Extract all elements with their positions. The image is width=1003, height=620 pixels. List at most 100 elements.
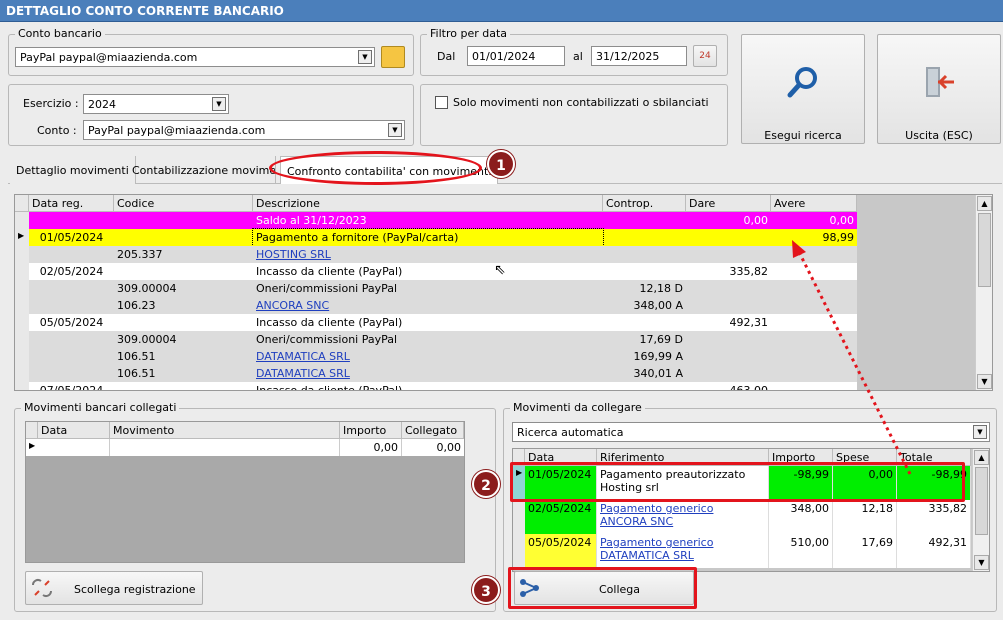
conto-bancario-combo[interactable]: PayPal paypal@miaazienda.com ▼ xyxy=(15,47,375,67)
col-controp[interactable]: Controp. xyxy=(603,195,686,212)
cell-codice xyxy=(114,314,253,331)
row-selector xyxy=(15,263,29,280)
esercizio-label: Esercizio : xyxy=(23,97,79,110)
collegati-label: Movimenti bancari collegati xyxy=(21,401,180,414)
table-row[interactable]: 309.00004 Oneri/commissioni PayPal 17,69 D xyxy=(15,331,857,348)
solo-movimenti-label: Solo movimenti non contabilizzati o sbil… xyxy=(453,96,709,109)
table-row[interactable]: 02/05/2024 Incasso da cliente (PayPal) 335… xyxy=(15,263,857,280)
col-collegato[interactable]: Collegato xyxy=(402,422,464,439)
dal-input[interactable]: 01/01/2024 xyxy=(467,46,565,66)
table-row[interactable]: 309.00004 Oneri/commissioni PayPal 12,18 D xyxy=(15,280,857,297)
scroll-thumb[interactable] xyxy=(975,467,988,535)
cell-riferimento: Pagamento generico ANCORA SNC xyxy=(597,500,769,534)
main-grid-header: Data reg. Codice Descrizione Controp. Da… xyxy=(15,195,857,212)
solo-movimenti-checkbox[interactable] xyxy=(435,96,448,109)
table-row[interactable]: 106.23 ANCORA SNC 348,00 A xyxy=(15,297,857,314)
cell-spese: 17,69 xyxy=(833,534,897,568)
filtro-data-group: Filtro per data Dal 01/01/2024 al 31/12/… xyxy=(420,27,728,76)
table-row[interactable]: Saldo al 31/12/2023 0,00 0,00 xyxy=(15,212,857,229)
col-importo[interactable]: Importo xyxy=(340,422,402,439)
cell-data: 05/05/2024 xyxy=(525,534,597,568)
folder-icon[interactable] xyxy=(381,46,405,68)
riferimento-line1[interactable]: Pagamento generico xyxy=(600,502,765,515)
tab-dettaglio-movimenti[interactable]: Dettaglio movimenti xyxy=(10,156,136,184)
filtro-data-label: Filtro per data xyxy=(427,27,511,40)
table-row[interactable]: 106.51 DATAMATICA SRL 340,01 A xyxy=(15,365,857,382)
chevron-down-icon[interactable]: ▼ xyxy=(358,50,372,64)
row-selector xyxy=(15,280,29,297)
cell-data xyxy=(29,348,114,365)
cell-desc: Incasso da cliente (PayPal) xyxy=(256,384,403,391)
step-badge-3: 3 xyxy=(472,576,500,604)
cell-dare: 335,82 xyxy=(729,265,769,278)
cell-data xyxy=(29,246,114,263)
riferimento-line1[interactable]: Pagamento generico xyxy=(600,536,765,549)
esegui-ricerca-button[interactable]: Esegui ricerca xyxy=(741,34,865,144)
chevron-down-icon[interactable]: ▼ xyxy=(973,425,987,439)
conto-combo[interactable]: PayPal paypal@miaazienda.com ▼ xyxy=(83,120,405,140)
cell-dare xyxy=(686,280,771,297)
chevron-down-icon[interactable]: ▼ xyxy=(388,123,402,137)
col-data[interactable]: Data xyxy=(38,422,110,439)
scroll-thumb[interactable] xyxy=(978,213,991,287)
al-input[interactable]: 31/12/2025 xyxy=(591,46,687,66)
cell-data xyxy=(29,280,114,297)
solo-movimenti-group: Solo movimenti non contabilizzati o sbil… xyxy=(420,84,728,146)
cell-codice: 309.00004 xyxy=(117,333,177,346)
unlink-icon xyxy=(32,579,52,597)
table-row[interactable]: 02/05/2024 Pagamento generico ANCORA SNC 34… xyxy=(513,500,971,534)
cell-codice xyxy=(114,263,253,280)
cell-controp xyxy=(603,263,686,280)
row-selector xyxy=(15,348,29,365)
col-codice[interactable]: Codice xyxy=(114,195,253,212)
col-dare[interactable]: Dare xyxy=(686,195,771,212)
chevron-down-icon[interactable]: ▼ xyxy=(212,97,226,111)
step-badge-2: 2 xyxy=(472,470,500,498)
search-icon xyxy=(787,67,817,98)
highlight-collega-box xyxy=(508,567,697,609)
window-title: DETTAGLIO CONTO CORRENTE BANCARIO xyxy=(0,0,1003,22)
scollega-button[interactable]: Scollega registrazione xyxy=(25,571,203,605)
col-data-reg[interactable]: Data reg. xyxy=(29,195,114,212)
dacollegare-scrollbar[interactable]: ▲ ▼ xyxy=(972,449,989,571)
uscita-button[interactable]: Uscita (ESC) xyxy=(877,34,1001,144)
scroll-down-icon[interactable]: ▼ xyxy=(977,374,992,389)
esercizio-combo[interactable]: 2024 ▼ xyxy=(83,94,229,114)
calendar-icon[interactable]: 24 xyxy=(693,45,717,67)
scroll-up-icon[interactable]: ▲ xyxy=(977,196,992,211)
row-selector xyxy=(15,212,29,229)
tab-contabilizzazione-movimenti[interactable]: Contabilizzazione movimenti xyxy=(126,156,276,184)
cell-desc: Saldo al 31/12/2023 xyxy=(256,214,367,227)
dacollegare-label: Movimenti da collegare xyxy=(510,401,645,414)
table-row[interactable]: 05/05/2024 Pagamento generico DATAMATICA S… xyxy=(513,534,971,568)
table-row[interactable]: 106.51 DATAMATICA SRL 169,99 A xyxy=(15,348,857,365)
cell-codice: 106.23 xyxy=(117,299,156,312)
ricerca-value: Ricerca automatica xyxy=(517,426,624,439)
col-movimento[interactable]: Movimento xyxy=(110,422,340,439)
table-row[interactable]: ▶ 01/05/2024 Pagamento a fornitore (PayPal… xyxy=(15,228,857,247)
table-row[interactable]: 07/05/2024 Incasso da cliente (PayPal) 463… xyxy=(15,382,857,391)
cell-data: 07/05/2024 xyxy=(39,384,104,391)
row-selector xyxy=(15,382,29,390)
row-selector xyxy=(15,314,29,331)
cell-dare xyxy=(686,297,771,314)
cell-codice: 309.00004 xyxy=(117,282,177,295)
cell-totale: 335,82 xyxy=(897,500,971,534)
conto-bancario-value: PayPal paypal@miaazienda.com xyxy=(20,51,198,64)
col-avere[interactable]: Avere xyxy=(771,195,857,212)
scroll-down-icon[interactable]: ▼ xyxy=(974,555,989,570)
cell-desc: Oneri/commissioni PayPal xyxy=(256,282,398,295)
table-row[interactable]: ▶ 0,00 0,00 xyxy=(26,439,464,456)
scroll-up-icon[interactable]: ▲ xyxy=(974,450,989,465)
cell-dare xyxy=(686,348,771,365)
exit-icon xyxy=(926,67,954,97)
table-row[interactable]: 05/05/2024 Incasso da cliente (PayPal) 492… xyxy=(15,314,857,331)
riferimento-line2[interactable]: DATAMATICA SRL xyxy=(600,549,765,562)
col-descrizione[interactable]: Descrizione xyxy=(253,195,603,212)
riferimento-line2[interactable]: ANCORA SNC xyxy=(600,515,765,528)
table-row[interactable]: 205.337 HOSTING SRL xyxy=(15,246,857,263)
main-grid-scrollbar[interactable]: ▲ ▼ xyxy=(975,195,992,390)
row-selector xyxy=(513,500,525,534)
cell-controp xyxy=(603,229,686,246)
cell-controp xyxy=(603,246,686,263)
